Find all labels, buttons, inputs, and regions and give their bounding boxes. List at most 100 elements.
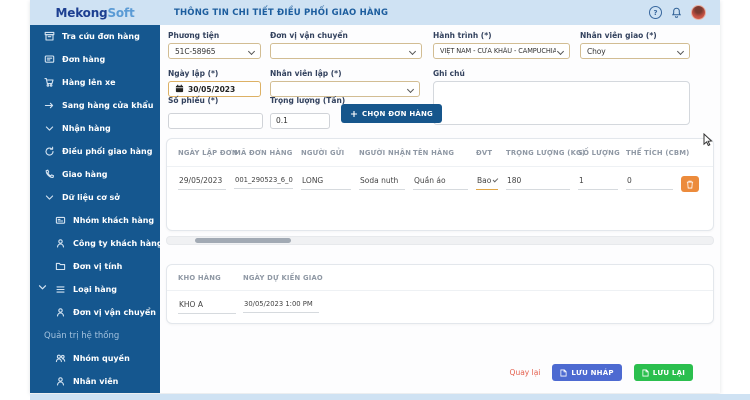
so-phieu-input[interactable] (168, 113, 263, 129)
ghi-chu-textarea[interactable] (433, 81, 690, 125)
order-icon (44, 54, 55, 65)
trong-luong-label: Trọng lượng (Tấn) (270, 96, 330, 105)
chevron-down-icon (248, 48, 255, 55)
phuong-tien-select[interactable]: 51C-58965 (168, 43, 261, 59)
column-header: TÊN HÀNG (413, 149, 476, 157)
quay-lai-link[interactable]: Quay lại (510, 368, 541, 377)
ghi-chu-label: Ghi chú (433, 69, 690, 78)
trong-luong-kg-cell[interactable]: 180 (506, 176, 570, 190)
chevron-down-icon[interactable] (38, 277, 47, 286)
sidebar-item-nhom-quyen[interactable]: Nhóm quyền (30, 347, 160, 370)
sidebar-item-label: Sang hàng cửa khẩu (62, 101, 153, 110)
hanh-trinh-label: Hành trình (*) (433, 31, 570, 40)
sidebar-item-label: Nhận hàng (62, 124, 111, 133)
nguoi-nhan-cell[interactable]: Soda nuth (359, 176, 405, 190)
horizontal-scrollbar[interactable] (166, 236, 714, 245)
ngay-du-kien-giao-cell[interactable]: 30/05/2023 1:00 PM (243, 300, 319, 313)
kho-hang-cell[interactable]: KHO A (178, 300, 236, 314)
topbar: MekongSoft THÔNG TIN CHI TIẾT ĐIỀU PHỐI … (30, 0, 720, 25)
sidebar-item-nhan-vien[interactable]: Nhân viên (30, 370, 160, 393)
column-header: SỐ LƯỢNG (578, 149, 626, 157)
sidebar-item-du-lieu-co-so[interactable]: Dữ liệu cơ sở (30, 186, 160, 209)
warehouse-table-card: KHO HÀNG NGÀY DỰ KIẾN GIAO KHO A 30/05/2… (166, 264, 714, 324)
avatar[interactable] (691, 5, 706, 20)
sidebar-item-label: Đơn vị tính (73, 262, 122, 271)
sidebar-item-sang-hang-cua-khau[interactable]: Sang hàng cửa khẩu (30, 94, 160, 117)
ngay-lap-date-picker[interactable]: 30/05/2023 (168, 81, 261, 97)
plus-icon (350, 110, 358, 118)
folder-icon (55, 261, 66, 272)
sidebar-item-nhom-khach-hang[interactable]: Nhóm khách hàng (30, 209, 160, 232)
sidebar-item-giao-hang[interactable]: Giao hàng (30, 163, 160, 186)
warehouse-table-header: KHO HÀNG NGÀY DỰ KIẾN GIAO (167, 265, 713, 291)
chevron-down-icon (409, 48, 416, 55)
chevron-down-icon (677, 48, 684, 55)
chevron-down-icon (44, 192, 55, 203)
sidebar-item-don-vi-van-chuyen[interactable]: Đơn vị vận chuyển (30, 301, 160, 324)
sidebar-item-hang-len-xe[interactable]: Hàng lên xe (30, 71, 160, 94)
sidebar-item-loai-hang[interactable]: Loại hàng (30, 278, 160, 301)
sidebar-item-don-vi-tinh[interactable]: Đơn vị tính (30, 255, 160, 278)
scrollbar-thumb[interactable] (195, 238, 291, 243)
sidebar-item-label: Dữ liệu cơ sở (62, 193, 120, 202)
arrow-right-icon (44, 100, 55, 111)
sidebar: Tra cứu đơn hàng Đơn hàng Hàng lên xe Sa… (30, 25, 160, 393)
list-icon (55, 284, 66, 295)
ten-hang-cell[interactable]: Quần áo (413, 176, 468, 190)
app-logo[interactable]: MekongSoft (30, 6, 160, 20)
sidebar-item-tra-cuu-don-hang[interactable]: Tra cứu đơn hàng (30, 25, 160, 48)
order-table-card: NGÀY LẬP ĐƠN MÃ ĐƠN HÀNG NGƯỜI GỬI NGƯỜI… (166, 138, 714, 231)
ngay-lap-label: Ngày lập (*) (168, 69, 261, 78)
sidebar-item-label: Giao hàng (62, 170, 108, 179)
dvt-select[interactable]: Bao (476, 176, 498, 190)
refresh-icon (44, 146, 55, 157)
sidebar-item-label: Nhóm quyền (73, 354, 130, 363)
don-vi-van-chuyen-label: Đơn vị vận chuyển (270, 31, 422, 40)
save-draft-icon (560, 369, 567, 377)
ngay-lap-don-cell[interactable]: 29/05/2023 (178, 176, 226, 190)
luu-nhap-button[interactable]: LƯU NHÁP (552, 364, 621, 381)
sidebar-item-label: Loại hàng (73, 285, 117, 294)
sidebar-item-nhan-hang[interactable]: Nhận hàng (30, 117, 160, 140)
sidebar-item-don-hang[interactable]: Đơn hàng (30, 48, 160, 71)
form-actions: Quay lại LƯU NHÁP LƯU LẠI (160, 364, 720, 381)
users-icon (55, 353, 66, 364)
column-header: NGƯỜI NHẬN (359, 149, 413, 157)
nguoi-gui-cell[interactable]: LONG (301, 176, 351, 190)
ma-don-hang-cell[interactable]: 001_290523_6_002 (234, 176, 293, 189)
sidebar-item-label: Công ty khách hàng (73, 239, 160, 248)
nhan-vien-giao-select[interactable]: Choy (580, 43, 690, 59)
sidebar-item-cong-ty-khach-hang[interactable]: Công ty khách hàng (30, 232, 160, 255)
page-title: THÔNG TIN CHI TIẾT ĐIỀU PHỐI GIAO HÀNG (174, 8, 649, 18)
chevron-down-icon (407, 86, 414, 93)
bottom-strip (30, 394, 750, 400)
sidebar-item-label: Đơn vị vận chuyển (73, 308, 156, 317)
nhan-vien-lap-select[interactable] (270, 81, 420, 97)
don-vi-van-chuyen-select[interactable] (270, 43, 422, 59)
save-icon (642, 369, 649, 377)
phone-icon (44, 169, 55, 180)
user-icon (55, 376, 66, 387)
trash-icon (686, 180, 694, 189)
calendar-icon (175, 84, 184, 95)
hanh-trinh-select[interactable]: VIỆT NAM - CỬA KHẨU - CAMPUCHIA (433, 43, 570, 59)
column-header: KHO HÀNG (178, 274, 243, 282)
delete-row-button[interactable] (681, 176, 699, 192)
help-icon[interactable]: ? (649, 6, 662, 19)
the-tich-cbm-cell[interactable]: 0 (626, 176, 673, 190)
sidebar-item-label: Đơn hàng (62, 55, 105, 64)
luu-lai-button[interactable]: LƯU LẠI (634, 364, 693, 381)
user-icon (55, 307, 66, 318)
chevron-down-icon (493, 177, 498, 182)
bell-icon[interactable] (671, 7, 682, 19)
trong-luong-input[interactable] (270, 113, 330, 129)
sidebar-item-label: Điều phối giao hàng (62, 147, 152, 156)
so-luong-cell[interactable]: 1 (578, 176, 618, 190)
sidebar-item-dieu-phoi-giao-hang[interactable]: Điều phối giao hàng (30, 140, 160, 163)
chon-don-hang-button[interactable]: CHỌN ĐƠN HÀNG (341, 104, 442, 123)
nhan-vien-lap-label: Nhân viên lập (*) (270, 69, 420, 78)
column-header: THỂ TÍCH (CBM) (626, 149, 681, 157)
so-phieu-label: Số phiếu (*) (168, 96, 263, 105)
chevron-down-icon (557, 48, 564, 55)
sidebar-item-label: Nhóm khách hàng (73, 216, 154, 225)
